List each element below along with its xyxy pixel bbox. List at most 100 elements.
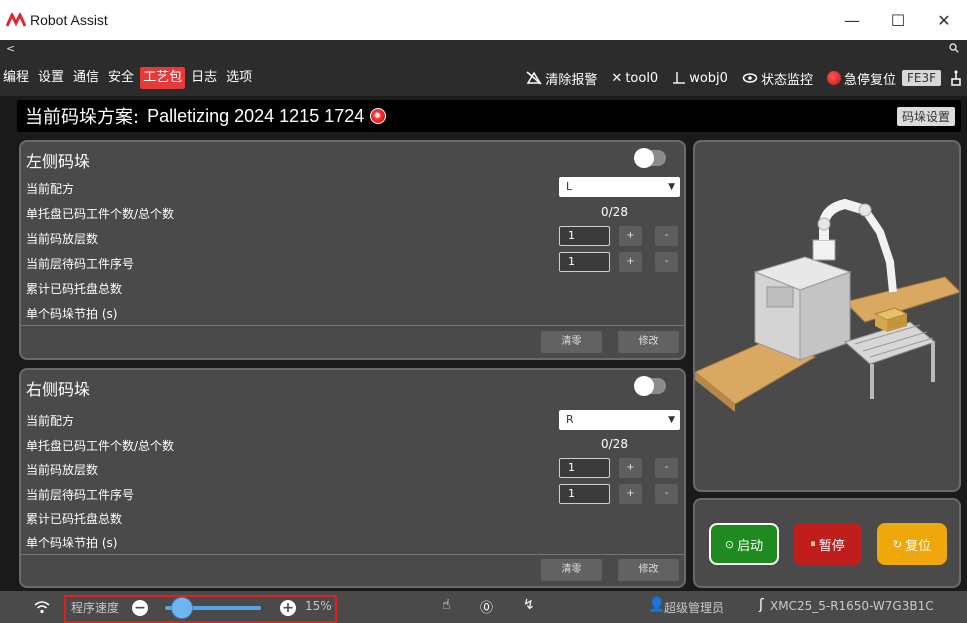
wobj-selector[interactable]: wobj0 (672, 71, 728, 86)
reset-button[interactable]: ↻ 复位 (877, 523, 947, 565)
estop-reset-label: 急停复位 (843, 72, 896, 88)
menu-options[interactable]: 选项 (223, 67, 255, 89)
signal-icon[interactable]: ↯ (523, 597, 535, 613)
right-modify-button[interactable]: 修改 (618, 559, 679, 581)
pause-icon: ⏸ (810, 537, 816, 550)
maximize-button[interactable]: ☐ (875, 0, 921, 40)
user-icon: 👤 (648, 597, 666, 613)
panel-divider (21, 554, 684, 555)
left-layer-plus-button[interactable]: + (619, 226, 642, 246)
wifi-icon (34, 601, 50, 614)
right-layer-plus-button[interactable]: + (619, 458, 642, 478)
speed-decrease-button[interactable]: − (132, 600, 148, 616)
tool-label: tool0 (625, 70, 659, 86)
toolbar: 清除报警 ✕ tool0 wobj0 状态监控 急停复位 FE3F (512, 60, 963, 96)
search-icon[interactable] (949, 43, 959, 53)
plan-label: 当前码垛方案: (25, 107, 140, 128)
speed-value: 15% (305, 599, 332, 613)
back-icon[interactable]: < (6, 42, 15, 55)
dropdown-caret-icon: ▼ (668, 182, 675, 192)
total-pallets-label: 累计已码托盘总数 (26, 282, 123, 296)
device-code-badge: FE3F (901, 70, 941, 86)
right-recipe-select[interactable]: R ▼ (559, 410, 680, 430)
speed-increase-button[interactable]: + (280, 600, 296, 616)
minimize-button[interactable]: — (829, 0, 875, 40)
palletizing-plan-header: 当前码垛方案: Palletizing 2024 1215 1724 码垛设置 (17, 100, 961, 132)
menu-settings[interactable]: 设置 (35, 67, 67, 89)
left-sequence-input[interactable]: 1 (559, 252, 610, 272)
wobj-label: wobj0 (689, 70, 728, 86)
estop-reset-button[interactable]: 急停复位 (826, 69, 896, 88)
recipe-label: 当前配方 (26, 182, 75, 196)
wrench-icon: ✕ (611, 70, 623, 86)
right-palletizing-panel: 右侧码垛 当前配方 R ▼ 单托盘已码工件个数/总个数 0/28 当前码放层数 … (19, 368, 686, 588)
layer-label: 当前码放层数 (26, 463, 99, 477)
status-monitor-button[interactable]: 状态监控 (742, 69, 813, 88)
control-panel: ⊙ 启动 ⏸ 暂停 ↻ 复位 (693, 498, 961, 588)
menu-log[interactable]: 日志 (188, 67, 220, 89)
right-layer-input[interactable]: 1 (559, 458, 610, 478)
left-layer-minus-button[interactable]: - (655, 226, 678, 246)
close-button[interactable]: ✕ (921, 0, 967, 40)
sequence-label: 当前层待码工件序号 (26, 488, 135, 502)
left-sequence-minus-button[interactable]: - (655, 252, 678, 272)
pause-button[interactable]: ⏸ 暂停 (793, 523, 862, 565)
pause-label: 暂停 (818, 538, 845, 554)
toggle-knob (634, 148, 654, 168)
menu-safety[interactable]: 安全 (105, 67, 137, 89)
tool-selector[interactable]: ✕ tool0 (611, 71, 658, 86)
play-icon: ⊙ (724, 537, 735, 551)
menu-bar: 编程 设置 通信 安全 工艺包 日志 选项 清除报警 ✕ tool0 wobj0 (0, 60, 967, 96)
right-recipe-value: R (566, 413, 574, 426)
left-recipe-select[interactable]: L ▼ (559, 177, 680, 197)
pause-circle-icon[interactable]: ⓪ (480, 597, 493, 616)
start-button[interactable]: ⊙ 启动 (709, 523, 779, 565)
status-monitor-label: 状态监控 (760, 72, 813, 88)
right-layer-minus-button[interactable]: - (655, 458, 678, 478)
palletizing-settings-button[interactable]: 码垛设置 (896, 107, 955, 126)
right-panel-title: 右侧码垛 (26, 380, 91, 399)
left-layer-input[interactable]: 1 (559, 226, 610, 246)
top-strip: < (0, 40, 967, 60)
hand-pointer-icon[interactable]: ☝ (442, 597, 451, 613)
right-enable-toggle[interactable] (634, 376, 666, 396)
clear-alarm-label: 清除报警 (545, 72, 598, 88)
app-logo-icon (6, 13, 26, 27)
user-role: 超级管理员 (664, 601, 725, 615)
left-modify-button[interactable]: 修改 (618, 331, 679, 353)
right-clear-button[interactable]: 清零 (541, 559, 602, 581)
left-palletizing-panel: 左侧码垛 当前配方 L ▼ 单托盘已码工件个数/总个数 0/28 当前码放层数 … (19, 140, 686, 360)
left-sequence-plus-button[interactable]: + (619, 252, 642, 272)
main-menu: 编程 设置 通信 安全 工艺包 日志 选项 (0, 67, 258, 89)
robot-cell-illustration (695, 198, 959, 412)
left-clear-button[interactable]: 清零 (541, 331, 602, 353)
window-controls: — ☐ ✕ (829, 0, 967, 40)
menu-process-package[interactable]: 工艺包 (140, 67, 186, 89)
right-sequence-minus-button[interactable]: - (655, 484, 678, 504)
layer-label: 当前码放层数 (26, 232, 99, 246)
right-sequence-plus-button[interactable]: + (619, 484, 642, 504)
estop-icon (826, 71, 841, 85)
total-pallets-label: 累计已码托盘总数 (26, 512, 123, 526)
sequence-label: 当前层待码工件序号 (26, 257, 135, 271)
title-bar: Robot Assist — ☐ ✕ (0, 0, 967, 40)
robot-cell-image (693, 140, 961, 492)
clear-alarm-button[interactable]: 清除报警 (526, 69, 597, 88)
menu-communication[interactable]: 通信 (70, 67, 102, 89)
right-sequence-input[interactable]: 1 (559, 484, 610, 504)
cycle-time-label: 单个码垛节拍 (s) (26, 536, 118, 550)
left-recipe-value: L (566, 180, 573, 193)
app-title: Robot Assist (30, 12, 108, 28)
device-name: XMC25_5-R1650-W7G3B1C (770, 599, 934, 613)
reset-icon: ↻ (892, 537, 903, 551)
pallet-count-label: 单托盘已码工件个数/总个数 (26, 207, 175, 221)
left-enable-toggle[interactable] (634, 148, 666, 168)
reset-label: 复位 (905, 538, 932, 554)
plan-status-indicator (370, 108, 387, 124)
menu-program[interactable]: 编程 (0, 67, 32, 89)
right-pallet-count-value: 0/28 (601, 437, 628, 451)
robot-arm-icon[interactable] (949, 70, 963, 86)
toggle-knob (634, 376, 654, 396)
alarm-clear-icon (526, 71, 542, 85)
program-speed-label: 程序速度 (71, 601, 120, 615)
